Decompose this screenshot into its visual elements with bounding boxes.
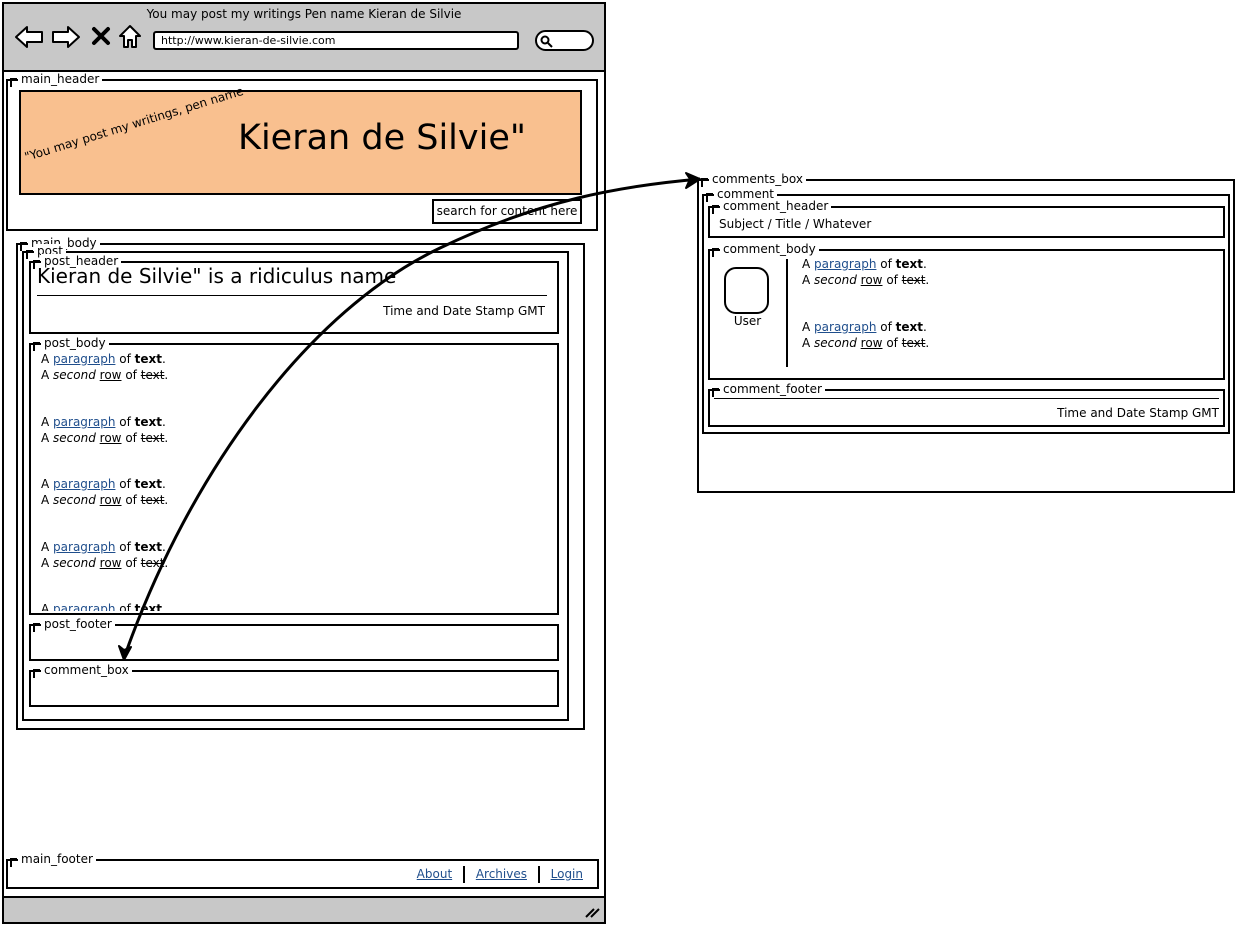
search-bar[interactable] [535, 30, 594, 51]
post-timestamp: Time and Date Stamp GMT [383, 304, 545, 318]
footer-separator [537, 866, 540, 883]
paragraph-link[interactable]: paragraph [53, 415, 115, 429]
magnifier-icon [540, 35, 553, 48]
forward-icon[interactable] [51, 24, 81, 50]
comment-header: comment_header Subject / Title / Whateve… [708, 199, 1225, 238]
paragraph: A paragraph of text. A second row of tex… [802, 320, 930, 350]
paragraph-link[interactable]: paragraph [814, 320, 876, 334]
comment-box-label: comment_box [33, 663, 132, 678]
url-text: http://www.kieran-de-silvie.com [161, 34, 336, 47]
user-label: User [733, 314, 762, 328]
comment-subject: Subject / Title / Whatever [719, 217, 872, 231]
comment-box[interactable]: comment_box [29, 663, 559, 707]
stop-icon[interactable] [91, 26, 111, 46]
status-bar [4, 896, 604, 922]
post-title-rule [37, 295, 547, 296]
post-header: post_header Kieran de Silvie" is a ridic… [29, 254, 559, 334]
paragraph: A paragraph of text. A second row of tex… [41, 540, 169, 570]
post-title: Kieran de Silvie" is a ridiculus name [37, 264, 397, 288]
comment-header-label: comment_header [711, 199, 832, 214]
comment-body-label: comment_body [712, 242, 819, 257]
url-field[interactable]: http://www.kieran-de-silvie.com [153, 31, 519, 50]
main-footer-label: main_footer [10, 852, 96, 867]
main-header-label: main_header [9, 72, 103, 87]
paragraph: A paragraph of text. [41, 601, 166, 611]
search-button[interactable]: search for content here [432, 199, 582, 224]
footer-link-archives[interactable]: Archives [476, 867, 527, 881]
banner-small-text: "You may post my writings, pen name [22, 83, 246, 164]
post-body-content: A paragraph of text. A second row of tex… [31, 345, 557, 611]
paragraph: A paragraph of text. A second row of tex… [41, 415, 169, 445]
comment-body: comment_body User A paragraph of text. A… [708, 242, 1225, 380]
footer-links: About Archives Login [417, 865, 583, 883]
paragraph-link[interactable]: paragraph [53, 477, 115, 491]
paragraph-link[interactable]: paragraph [53, 352, 115, 366]
footer-separator [462, 866, 465, 883]
paragraph-link[interactable]: paragraph [53, 540, 115, 554]
comment-footer: comment_footer Time and Date Stamp GMT [708, 382, 1225, 427]
main-footer: main_footer About Archives Login [6, 852, 599, 889]
post-footer-label: post_footer [33, 617, 115, 632]
comment-timestamp: Time and Date Stamp GMT [1057, 406, 1219, 420]
post-body: post_body A paragraph of text. A second … [29, 336, 559, 615]
comment-divider [786, 259, 788, 367]
comment-footer-label: comment_footer [712, 382, 825, 397]
post-footer: post_footer [29, 617, 559, 661]
footer-link-login[interactable]: Login [551, 867, 583, 881]
window-title: You may post my writings Pen name Kieran… [146, 7, 462, 21]
comment-footer-rule [714, 398, 1219, 399]
comments-box-label: comments_box [701, 172, 806, 187]
avatar [724, 267, 769, 314]
home-icon[interactable] [117, 23, 143, 49]
paragraph: A paragraph of text. A second row of tex… [41, 352, 169, 382]
paragraph: A paragraph of text. A second row of tex… [41, 477, 169, 507]
resize-grip-icon[interactable] [584, 906, 600, 918]
paragraph-link[interactable]: paragraph [814, 257, 876, 271]
footer-link-about[interactable]: About [417, 867, 452, 881]
banner: "You may post my writings, pen name Kier… [19, 84, 582, 195]
banner-large-text: Kieran de Silvie" [238, 118, 526, 158]
paragraph: A paragraph of text. A second row of tex… [802, 257, 930, 287]
back-icon[interactable] [14, 24, 44, 50]
paragraph-link[interactable]: paragraph [53, 602, 115, 611]
